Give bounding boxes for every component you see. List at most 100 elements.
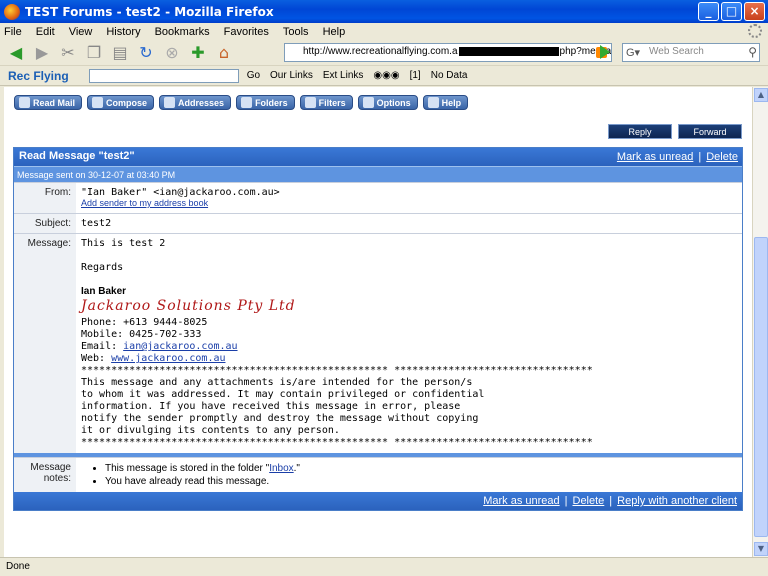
menu-help[interactable]: Help	[323, 26, 346, 38]
firefox-icon	[4, 3, 20, 20]
reply-other-client-link[interactable]: Reply with another client	[617, 495, 737, 507]
signature-email-link[interactable]: ian@jackaroo.com.au	[123, 341, 237, 352]
rec-flying-brand[interactable]: Rec Flying	[8, 69, 69, 83]
folders-icon	[241, 97, 253, 108]
minimize-button[interactable]: _	[698, 2, 719, 21]
url-redaction	[458, 46, 559, 56]
subject-value: test2	[76, 214, 742, 233]
home-icon[interactable]: ⌂	[214, 43, 234, 63]
maximize-button[interactable]: □	[721, 2, 742, 21]
signature-mobile: Mobile: 0425-702-333	[81, 329, 202, 340]
help-button[interactable]: Help	[422, 95, 469, 110]
from-label: From:	[14, 183, 76, 213]
addresses-icon	[164, 97, 176, 108]
message-header: Read Message "test2" Mark as unread | Dele…	[14, 148, 742, 166]
folders-button[interactable]: Folders	[236, 95, 295, 110]
search-placeholder: Web Search	[649, 46, 704, 57]
throbber-icon	[748, 24, 762, 38]
scroll-thumb[interactable]	[754, 237, 768, 537]
url-text-start: http://www.recreationalflying.com.a	[303, 46, 458, 57]
mark-unread-link[interactable]: Mark as unread	[617, 151, 693, 163]
message-footer: Mark as unread | Delete | Reply with another…	[14, 492, 742, 510]
url-bar[interactable]: http://www.recreationalflying.com.a php?m…	[284, 43, 612, 62]
ext-links-menu[interactable]: Ext Links	[323, 70, 364, 81]
reload-icon[interactable]: ↻	[136, 43, 156, 63]
note-folder: This message is stored in the folder "In…	[105, 462, 737, 475]
custom-toolbar: Rec Flying Go Our Links Ext Links ◉◉◉ [1…	[0, 66, 768, 86]
help-icon	[427, 97, 439, 108]
go-arrow-icon[interactable]	[600, 45, 610, 59]
window-titlebar: TEST Forums - test2 - Mozilla Firefox _ …	[0, 0, 768, 23]
menu-favorites[interactable]: Favorites	[224, 26, 269, 38]
forward-icon[interactable]: ▶	[32, 43, 52, 63]
signature-web-link[interactable]: www.jackaroo.com.au	[111, 353, 225, 364]
options-button[interactable]: Options	[357, 95, 418, 110]
filters-button[interactable]: Filters	[299, 95, 353, 110]
forward-button[interactable]: Forward	[678, 124, 742, 139]
counter-badge[interactable]: [1]	[410, 70, 421, 81]
addresses-button[interactable]: Addresses	[159, 95, 232, 110]
from-address: "Ian Baker" <ian@jackaroo.com.au>	[81, 187, 280, 198]
toolbar-search-combo[interactable]	[88, 68, 239, 83]
stop-icon[interactable]: ⊗	[162, 43, 182, 63]
paste-icon[interactable]: ▤	[110, 43, 130, 63]
menu-edit[interactable]: Edit	[36, 26, 55, 38]
note-read: You have already read this message.	[105, 475, 737, 488]
message-label: Message:	[14, 234, 76, 453]
footer-delete-link[interactable]: Delete	[573, 495, 605, 507]
notes-list: This message is stored in the folder "In…	[105, 462, 737, 488]
compose-button[interactable]: Compose	[87, 95, 155, 110]
compose-icon	[92, 97, 104, 108]
signature-email-line: Email: ian@jackaroo.com.au	[81, 341, 238, 352]
add-sender-link[interactable]: Add sender to my address book	[81, 198, 208, 208]
back-icon[interactable]: ◀	[6, 43, 26, 63]
inbox-link[interactable]: Inbox	[269, 463, 293, 474]
signature-company: Jackaroo Solutions Pty Ltd	[81, 298, 296, 314]
status-text: Done	[6, 561, 30, 572]
mail-toolbar: Read Mail Compose Addresses Folders Filt…	[14, 95, 469, 110]
search-engine-icon[interactable]: G▾	[626, 46, 640, 59]
signature-web-line: Web: www.jackaroo.com.au	[81, 353, 226, 364]
scroll-down-icon[interactable]: ▼	[754, 542, 768, 556]
close-button[interactable]: ×	[744, 2, 765, 21]
menu-view[interactable]: View	[69, 26, 93, 38]
footer-mark-unread-link[interactable]: Mark as unread	[483, 495, 559, 507]
copy-icon[interactable]: ❐	[84, 43, 104, 63]
reply-actions: Reply Forward	[608, 124, 742, 139]
go-button[interactable]: Go	[247, 70, 260, 81]
menu-file[interactable]: File	[4, 26, 22, 38]
vertical-scrollbar[interactable]: ▲ ▼	[752, 87, 768, 557]
menu-tools[interactable]: Tools	[283, 26, 309, 38]
search-box[interactable]: G▾ Web Search ⚲	[622, 43, 760, 62]
scroll-up-icon[interactable]: ▲	[754, 88, 768, 102]
media-controls-icon[interactable]: ◉◉◉	[373, 70, 399, 81]
notes-label: Message notes:	[14, 458, 76, 492]
message-row: Message: This is test 2 Regards Ian Bake…	[14, 233, 742, 453]
message-title: Read Message "test2"	[19, 150, 135, 162]
reply-button[interactable]: Reply	[608, 124, 672, 139]
from-row: From: "Ian Baker" <ian@jackaroo.com.au> …	[14, 182, 742, 213]
message-panel: Read Message "test2" Mark as unread | Dele…	[13, 147, 743, 511]
notes-row: Message notes: This message is stored in…	[14, 457, 742, 492]
message-body: This is test 2 Regards	[81, 238, 166, 273]
menu-history[interactable]: History	[106, 26, 140, 38]
no-data-label: No Data	[430, 70, 468, 81]
cut-icon[interactable]: ✂	[58, 43, 78, 63]
menu-bookmarks[interactable]: Bookmarks	[155, 26, 210, 38]
our-links-menu[interactable]: Our Links	[270, 70, 313, 81]
navigation-toolbar: ◀ ▶ ✂ ❐ ▤ ↻ ⊗ ✚ ⌂ http://www.recreationa…	[0, 40, 768, 66]
search-icon[interactable]: ⚲	[748, 45, 757, 59]
filters-icon	[304, 97, 316, 108]
signature-name: Ian Baker	[81, 286, 127, 297]
status-bar: Done	[0, 557, 768, 576]
subject-row: Subject: test2	[14, 213, 742, 233]
read-mail-button[interactable]: Read Mail	[14, 95, 83, 110]
delete-link[interactable]: Delete	[706, 151, 738, 163]
window-title: TEST Forums - test2 - Mozilla Firefox	[25, 4, 274, 19]
signature-phone: Phone: +613 9444-8025	[81, 317, 208, 328]
subject-label: Subject:	[14, 214, 76, 233]
new-tab-icon[interactable]: ✚	[188, 43, 208, 63]
read-mail-icon	[19, 97, 30, 108]
message-disclaimer: ****************************************…	[81, 365, 593, 448]
page-content: Read Mail Compose Addresses Folders Filt…	[0, 87, 768, 557]
